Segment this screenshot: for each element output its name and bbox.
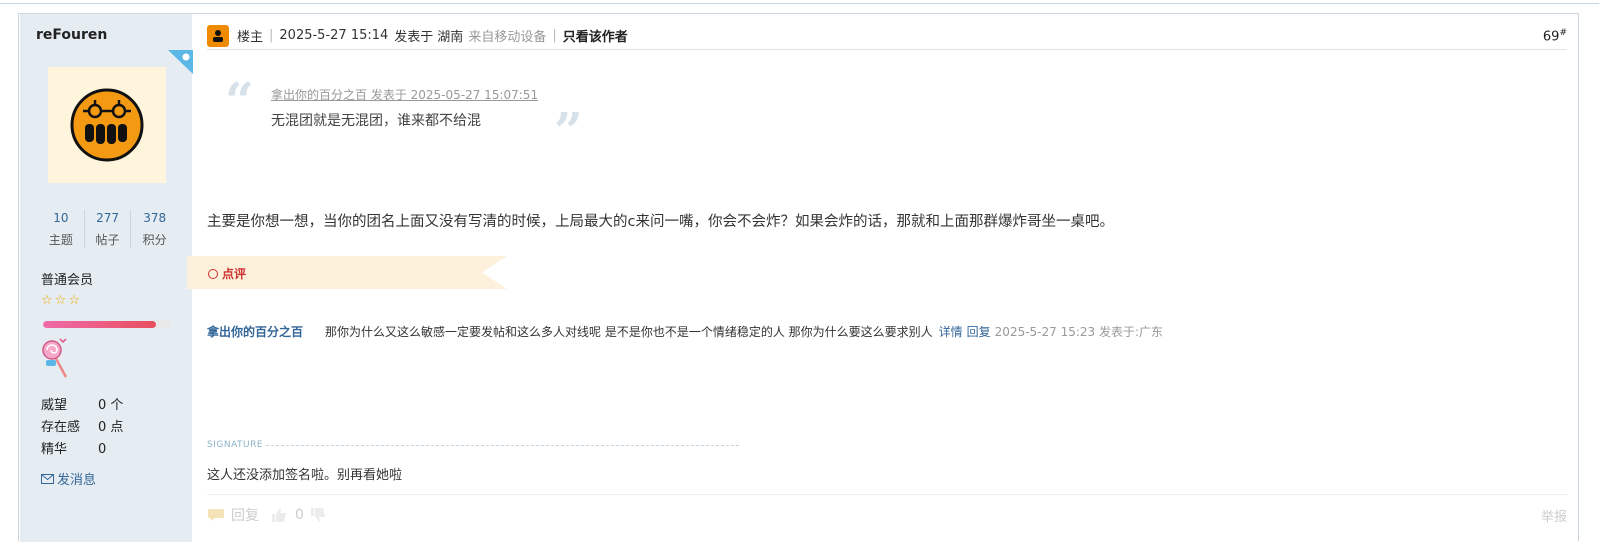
quote-meta-link[interactable]: 拿出你的百分之百 发表于 2025-05-27 15:07:51 xyxy=(271,86,538,103)
send-message-label: 发消息 xyxy=(57,473,97,488)
post-role: 楼主 xyxy=(237,30,264,45)
rate-circle-icon xyxy=(208,268,218,279)
author-stats: 10 主题 277 帖子 378 积分 xyxy=(38,210,178,248)
level-progress-bar xyxy=(43,321,171,328)
stat-topics-value: 10 xyxy=(53,211,69,225)
host-icon xyxy=(207,24,229,47)
info-digest-value: 0 xyxy=(98,442,107,457)
author-sidebar: reFouren 10 主题 277 帖子 378 积分 普通会员 ☆ ☆ ☆ … xyxy=(20,14,193,542)
author-info: 威望 0 个 存在感 0 点 精华 0 xyxy=(41,395,123,461)
floor-number[interactable]: 69# xyxy=(1543,28,1567,44)
footer-reply[interactable]: 回复 xyxy=(231,505,259,525)
comment-reply-link[interactable]: 回复 xyxy=(967,323,991,340)
header-separator-2: | xyxy=(552,28,557,43)
info-prestige: 威望 0 个 xyxy=(41,395,123,417)
quote-open-icon: “ xyxy=(225,71,254,130)
rate-label: 点评 xyxy=(208,265,246,282)
header-separator: | xyxy=(269,28,274,43)
comment-detail-link[interactable]: 详情 xyxy=(939,323,963,340)
author-rank[interactable]: 普通会员 xyxy=(41,269,93,288)
thumbs-up-icon[interactable] xyxy=(271,507,289,523)
info-prestige-key: 威望 xyxy=(41,398,68,413)
envelope-icon xyxy=(41,473,54,484)
post-device: 来自移动设备 xyxy=(468,30,547,45)
floor-mark: # xyxy=(1559,28,1567,38)
stat-posts[interactable]: 277 帖子 xyxy=(85,210,132,248)
lollipop-medal-icon[interactable] xyxy=(40,337,74,379)
stat-points-label: 积分 xyxy=(142,233,167,247)
info-digest-key: 精华 xyxy=(41,442,68,457)
avatar-face-icon xyxy=(70,88,144,162)
post-main: 楼主 | 2025-5-27 15:14 发表于 湖南 来自移动设备 | 只看该… xyxy=(187,14,1579,542)
post-footer: 回复 0 举报 xyxy=(207,494,1567,534)
info-digest: 精华 0 xyxy=(41,439,123,461)
quote-body: 无混团就是无混团，谁来都不给混 xyxy=(271,113,481,129)
info-presence: 存在感 0 点 xyxy=(41,417,123,439)
info-presence-key: 存在感 xyxy=(41,420,81,435)
report-link[interactable]: 举报 xyxy=(1541,506,1567,525)
comment-item: 拿出你的百分之百 那你为什么又这么敏感一定要发帖和这么多人对线呢 是不是你也不是… xyxy=(207,323,1163,340)
star-icon: ☆ xyxy=(41,293,53,308)
stat-posts-label: 帖子 xyxy=(95,233,120,247)
rank-stars: ☆ ☆ ☆ xyxy=(41,294,80,308)
stat-points-value: 378 xyxy=(143,211,167,225)
comment-time: 2025-5-27 15:23 发表于:广东 xyxy=(994,325,1164,339)
stat-topics[interactable]: 10 主题 xyxy=(38,210,85,248)
signature-line xyxy=(266,444,740,446)
info-prestige-value: 0 个 xyxy=(98,398,124,413)
send-message-link[interactable]: 发消息 xyxy=(41,469,96,488)
star-icon: ☆ xyxy=(54,293,67,308)
quote-close-icon: ” xyxy=(554,101,583,160)
star-icon: ☆ xyxy=(68,293,80,308)
comment-user[interactable]: 拿出你的百分之百 xyxy=(207,323,325,340)
rate-text: 点评 xyxy=(222,267,247,281)
post-time: 2025-5-27 15:14 xyxy=(279,28,389,43)
post-content: 主要是你想一想，当你的团名上面又没有写清的时候，上局最大的c来问一嘴，你会不会炸… xyxy=(207,214,1114,230)
avatar[interactable] xyxy=(48,67,166,183)
post-container: reFouren 10 主题 277 帖子 378 积分 普通会员 ☆ ☆ ☆ … xyxy=(18,13,1579,542)
post-location-prefix: 发表于 xyxy=(394,30,434,45)
top-border xyxy=(0,0,1599,4)
reply-bubble-icon[interactable] xyxy=(207,508,225,522)
info-presence-value: 0 点 xyxy=(98,420,124,435)
post-header: 楼主 | 2025-5-27 15:14 发表于 湖南 来自移动设备 | 只看该… xyxy=(207,22,1567,50)
only-author-link[interactable]: 只看该作者 xyxy=(563,26,628,45)
footer-actions: 回复 0 xyxy=(207,505,328,525)
stat-topics-label: 主题 xyxy=(48,233,73,247)
post-location: 湖南 xyxy=(437,30,464,45)
online-corner-icon xyxy=(168,50,193,74)
comment-text: 那你为什么又这么敏感一定要发帖和这么多人对线呢 是不是你也不是一个情绪稳定的人 … xyxy=(325,325,933,339)
stat-points[interactable]: 378 积分 xyxy=(131,210,178,248)
footer-likes: 0 xyxy=(295,507,304,523)
signature-divider: SIGNATURE xyxy=(207,440,740,450)
signature-text: 这人还没添加签名啦。别再看她啦 xyxy=(207,468,403,483)
thumbs-down-icon[interactable] xyxy=(310,507,328,523)
author-username[interactable]: reFouren xyxy=(36,27,107,43)
level-progress-fill xyxy=(43,321,156,328)
stat-posts-value: 277 xyxy=(96,211,119,225)
floor-value: 69 xyxy=(1542,29,1560,45)
signature-label: SIGNATURE xyxy=(207,440,264,450)
